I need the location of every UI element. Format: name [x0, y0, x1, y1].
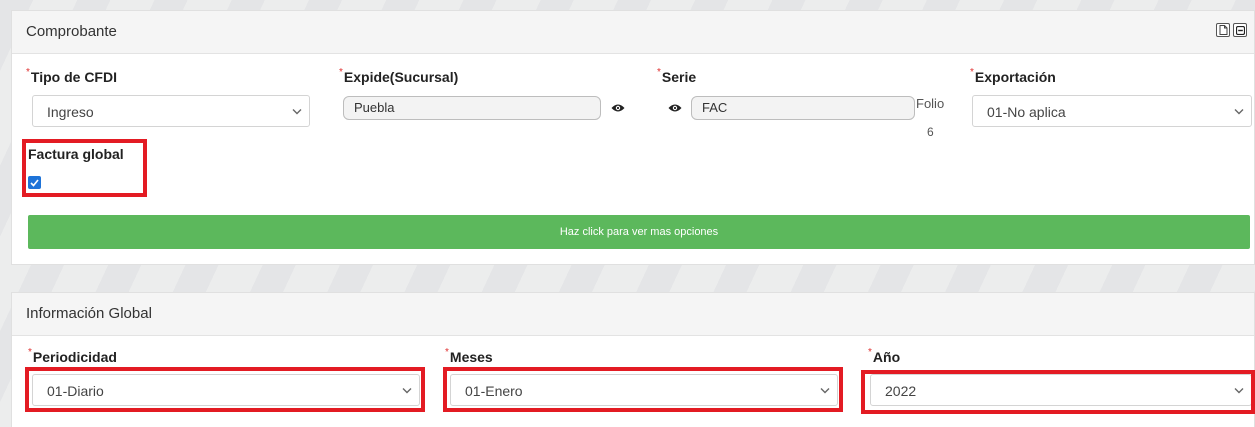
collapse-icon[interactable]: [1233, 23, 1247, 37]
expide-label: *Expide(Sucursal): [339, 67, 459, 85]
highlight-periodicidad: [25, 367, 425, 412]
comprobante-title: Comprobante: [26, 23, 117, 40]
highlight-meses: [443, 367, 843, 412]
chevron-down-icon: [292, 109, 302, 115]
comprobante-header: Comprobante: [12, 11, 1254, 54]
highlight-anio: [861, 370, 1255, 414]
serie-label: *Serie: [657, 67, 697, 85]
meses-label: *Meses: [445, 347, 493, 365]
eye-icon[interactable]: [611, 103, 625, 113]
exportacion-label: *Exportación: [970, 67, 1056, 85]
tipo-cfdi-value: Ingreso: [47, 104, 94, 120]
tipo-cfdi-select[interactable]: Ingreso: [32, 95, 310, 127]
chevron-down-icon: [1234, 109, 1244, 115]
exportacion-select[interactable]: 01-No aplica: [972, 95, 1252, 127]
eye-icon[interactable]: [668, 103, 682, 113]
highlight-factura-global: [22, 139, 147, 197]
folio-label: Folio: [916, 96, 945, 111]
periodicidad-label: *Periodicidad: [28, 347, 117, 365]
exportacion-value: 01-No aplica: [987, 104, 1066, 120]
comprobante-panel: Comprobante *Tipo de CFDI Ingreso *Expid…: [11, 10, 1255, 265]
more-options-button[interactable]: Haz click para ver mas opciones: [28, 215, 1250, 249]
serie-input[interactable]: FAC: [691, 96, 915, 120]
tipo-cfdi-label: *Tipo de CFDI: [26, 67, 117, 85]
panel-tools: [1216, 23, 1247, 37]
document-icon[interactable]: [1216, 23, 1230, 37]
expide-input[interactable]: Puebla: [343, 96, 601, 120]
informacion-global-title: Información Global: [26, 305, 152, 322]
folio-value: 6: [927, 125, 934, 139]
informacion-global-header: Información Global: [12, 293, 1254, 336]
expide-value: Puebla: [354, 100, 395, 115]
anio-label: *Año: [868, 347, 901, 365]
serie-value: FAC: [702, 100, 728, 115]
